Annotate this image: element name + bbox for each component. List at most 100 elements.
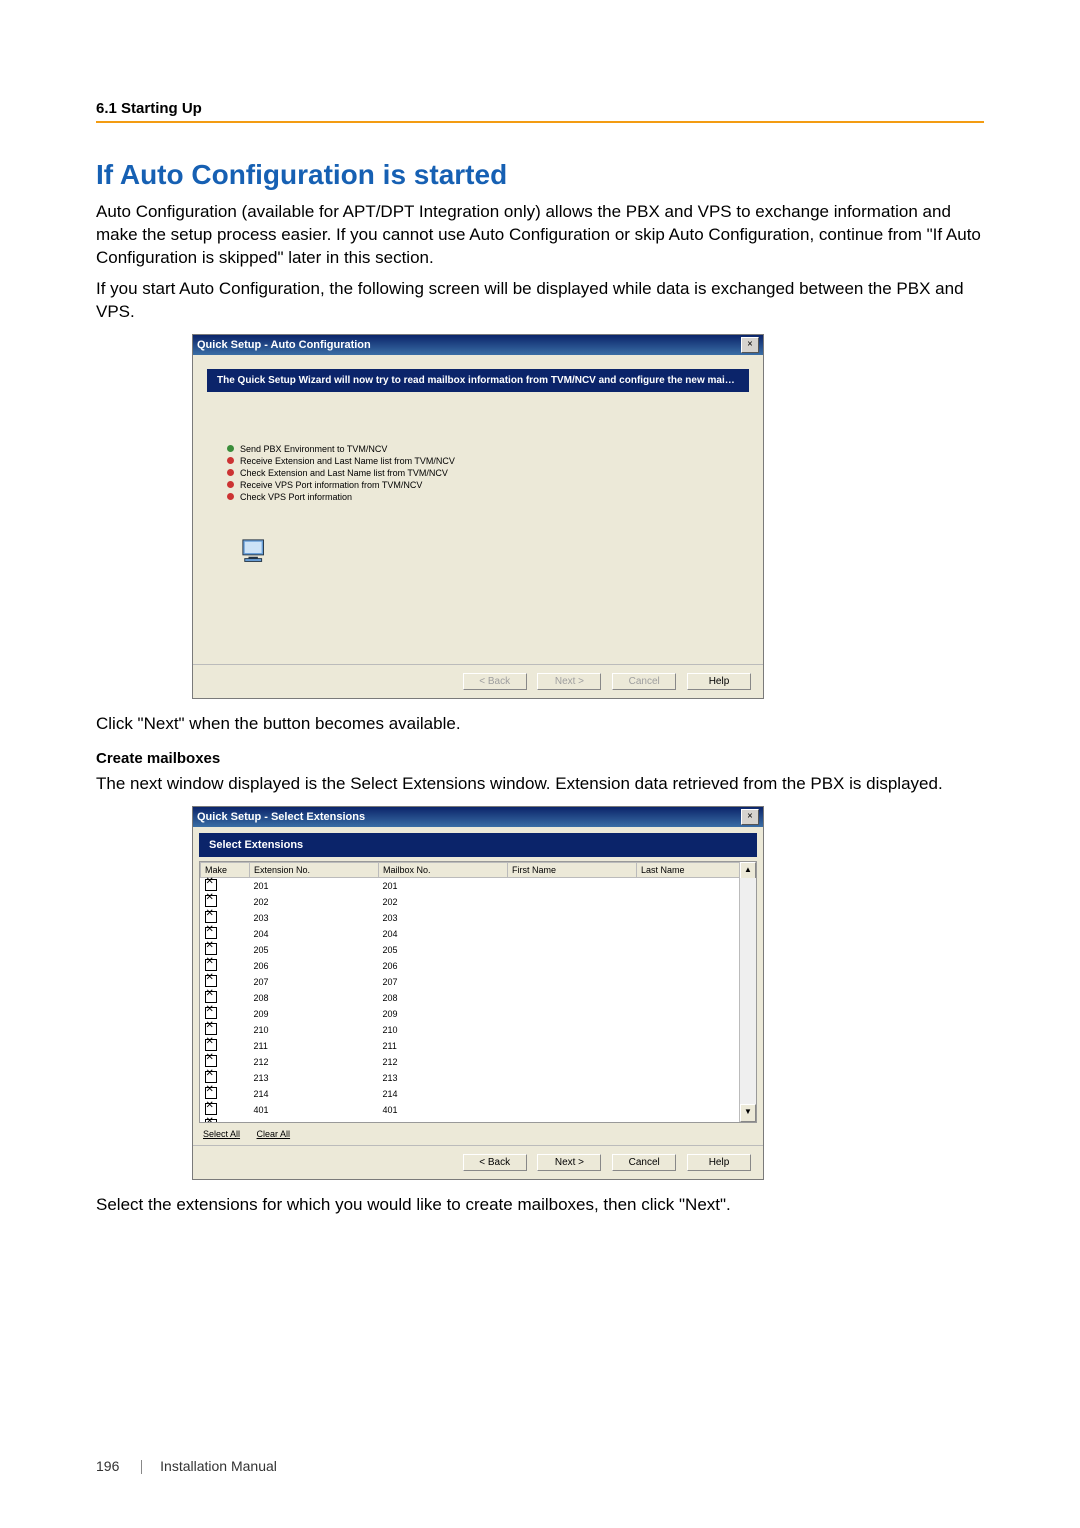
- section-title: If Auto Configuration is started: [96, 159, 984, 191]
- cell-mbx: 213: [379, 1070, 508, 1086]
- checkbox[interactable]: [205, 895, 217, 907]
- dialog-title: Quick Setup - Select Extensions: [197, 811, 365, 823]
- dialog-button-row: < Back Next > Cancel Help: [193, 1145, 763, 1179]
- extensions-table: Make Extension No. Mailbox No. First Nam…: [200, 862, 756, 1123]
- checkbox[interactable]: [205, 1007, 217, 1019]
- cell-ext: 401: [250, 1102, 379, 1118]
- table-row[interactable]: 214214: [201, 1086, 756, 1102]
- next-button[interactable]: Next >: [537, 1154, 601, 1171]
- dialog-subheader: Select Extensions: [199, 833, 757, 857]
- cell-mbx: 201: [379, 877, 508, 894]
- status-dot-icon: [227, 457, 234, 464]
- table-row[interactable]: 212212: [201, 1054, 756, 1070]
- scroll-down-icon[interactable]: ▼: [740, 1104, 756, 1122]
- dialog-title: Quick Setup - Auto Configuration: [197, 339, 371, 351]
- table-row[interactable]: 209209: [201, 1006, 756, 1022]
- checkbox[interactable]: [205, 1119, 217, 1123]
- checkbox[interactable]: [205, 1023, 217, 1035]
- status-dot-icon: [227, 493, 234, 500]
- wizard-banner: The Quick Setup Wizard will now try to r…: [207, 369, 749, 392]
- select-extensions-dialog: Quick Setup - Select Extensions × Select…: [192, 806, 764, 1180]
- cell-mbx: 202: [379, 894, 508, 910]
- cell-ext: 207: [250, 974, 379, 990]
- cancel-button[interactable]: Cancel: [612, 1154, 676, 1171]
- checkbox[interactable]: [205, 927, 217, 939]
- table-actions: Select All Clear All: [203, 1129, 753, 1139]
- dialog-button-row: < Back Next > Cancel Help: [193, 664, 763, 698]
- cell-ext: 211: [250, 1038, 379, 1054]
- table-row[interactable]: 201201: [201, 877, 756, 894]
- body-paragraph: If you start Auto Configuration, the fol…: [96, 278, 984, 324]
- close-icon[interactable]: ×: [741, 337, 759, 353]
- subheading: Create mailboxes: [96, 750, 984, 767]
- cell-ext: 206: [250, 958, 379, 974]
- table-row[interactable]: 402402: [201, 1118, 756, 1123]
- checkbox[interactable]: [205, 1071, 217, 1083]
- wizard-step: Check VPS Port information: [227, 492, 729, 502]
- close-icon[interactable]: ×: [741, 809, 759, 825]
- checkbox[interactable]: [205, 1103, 217, 1115]
- table-row[interactable]: 205205: [201, 942, 756, 958]
- book-title: Installation Manual: [160, 1458, 277, 1474]
- computer-icon: [241, 538, 271, 564]
- wizard-step: Check Extension and Last Name list from …: [227, 468, 729, 478]
- checkbox[interactable]: [205, 911, 217, 923]
- col-extension[interactable]: Extension No.: [250, 862, 379, 877]
- table-row[interactable]: 208208: [201, 990, 756, 1006]
- cell-mbx: 207: [379, 974, 508, 990]
- cell-mbx: 203: [379, 910, 508, 926]
- table-row[interactable]: 203203: [201, 910, 756, 926]
- cell-mbx: 211: [379, 1038, 508, 1054]
- checkbox[interactable]: [205, 959, 217, 971]
- select-all-link[interactable]: Select All: [203, 1129, 240, 1139]
- auto-config-dialog: Quick Setup - Auto Configuration × The Q…: [192, 334, 764, 699]
- extensions-table-wrap: Make Extension No. Mailbox No. First Nam…: [199, 861, 757, 1123]
- body-paragraph: Click "Next" when the button becomes ava…: [96, 713, 984, 736]
- back-button: < Back: [463, 673, 527, 690]
- step-label: Receive Extension and Last Name list fro…: [240, 456, 455, 466]
- checkbox[interactable]: [205, 1087, 217, 1099]
- clear-all-link[interactable]: Clear All: [257, 1129, 291, 1139]
- help-button[interactable]: Help: [687, 1154, 751, 1171]
- cell-mbx: 208: [379, 990, 508, 1006]
- table-row[interactable]: 401401: [201, 1102, 756, 1118]
- help-button[interactable]: Help: [687, 673, 751, 690]
- scrollbar[interactable]: ▲ ▼: [739, 862, 756, 1122]
- footer-separator: [141, 1460, 142, 1474]
- page-number: 196: [96, 1458, 119, 1474]
- col-firstname[interactable]: First Name: [508, 862, 637, 877]
- cell-ext: 208: [250, 990, 379, 1006]
- cell-mbx: 212: [379, 1054, 508, 1070]
- checkbox[interactable]: [205, 1055, 217, 1067]
- table-row[interactable]: 213213: [201, 1070, 756, 1086]
- table-row[interactable]: 207207: [201, 974, 756, 990]
- status-dot-icon: [227, 481, 234, 488]
- cell-mbx: 205: [379, 942, 508, 958]
- cancel-button: Cancel: [612, 673, 676, 690]
- col-lastname[interactable]: Last Name: [637, 862, 756, 877]
- col-make[interactable]: Make: [201, 862, 250, 877]
- table-row[interactable]: 211211: [201, 1038, 756, 1054]
- table-row[interactable]: 206206: [201, 958, 756, 974]
- cell-mbx: 402: [379, 1118, 508, 1123]
- step-label: Check VPS Port information: [240, 492, 352, 502]
- checkbox[interactable]: [205, 975, 217, 987]
- body-paragraph: Auto Configuration (available for APT/DP…: [96, 201, 984, 270]
- table-row[interactable]: 204204: [201, 926, 756, 942]
- back-button[interactable]: < Back: [463, 1154, 527, 1171]
- checkbox[interactable]: [205, 1039, 217, 1051]
- col-mailbox[interactable]: Mailbox No.: [379, 862, 508, 877]
- scroll-track[interactable]: [740, 878, 756, 1106]
- cell-ext: 402: [250, 1118, 379, 1123]
- header-rule: [96, 121, 984, 123]
- table-row[interactable]: 202202: [201, 894, 756, 910]
- checkbox[interactable]: [205, 943, 217, 955]
- cell-ext: 213: [250, 1070, 379, 1086]
- wizard-step: Send PBX Environment to TVM/NCV: [227, 444, 729, 454]
- checkbox[interactable]: [205, 879, 217, 891]
- status-dot-icon: [227, 445, 234, 452]
- step-label: Receive VPS Port information from TVM/NC…: [240, 480, 422, 490]
- table-row[interactable]: 210210: [201, 1022, 756, 1038]
- page-footer: 196 Installation Manual: [96, 1458, 277, 1474]
- checkbox[interactable]: [205, 991, 217, 1003]
